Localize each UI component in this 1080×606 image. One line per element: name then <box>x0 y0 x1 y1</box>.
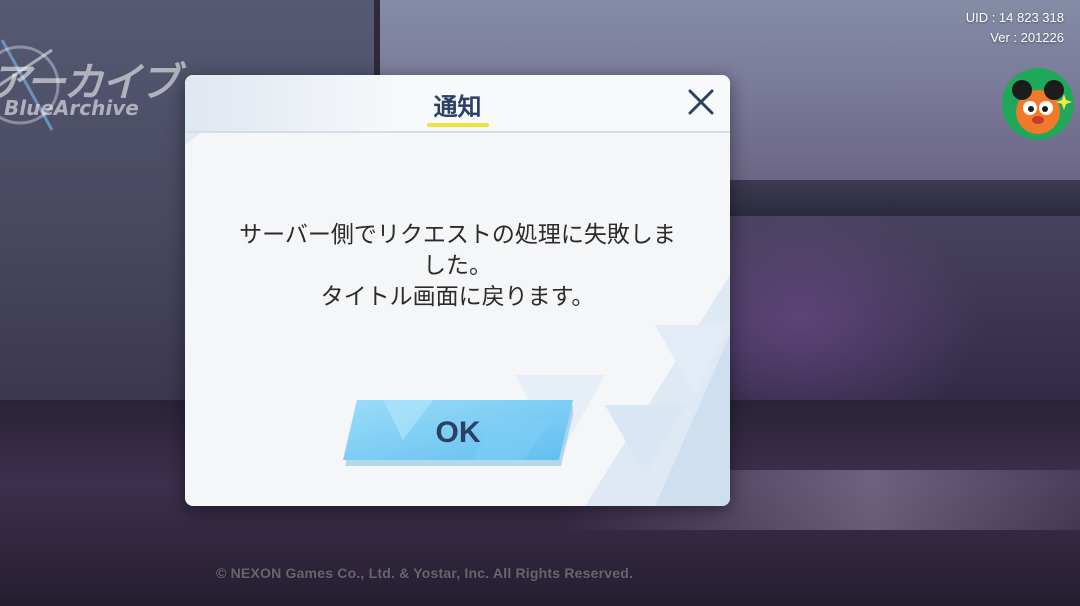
version-text: Ver : 201226 <box>990 30 1064 45</box>
build-info: UID : 14 823 318 Ver : 201226 <box>966 8 1064 48</box>
ok-button[interactable]: OK <box>343 400 573 466</box>
logo-english: BlueArchive <box>4 96 139 120</box>
close-icon <box>688 89 714 115</box>
message-line: サーバー側でリクエストの処理に失敗しま <box>239 222 676 248</box>
dialog-message: サーバー側でリクエストの処理に失敗しま した。 タイトル画面に戻ります。 <box>205 220 710 313</box>
mascot-avatar-icon[interactable] <box>1002 68 1074 140</box>
close-button[interactable] <box>686 87 716 117</box>
background-sill <box>720 180 1080 216</box>
message-line: タイトル画面に戻ります。 <box>320 284 595 310</box>
copyright-text: © NEXON Games Co., Ltd. & Yostar, Inc. A… <box>216 565 634 581</box>
uid-text: UID : 14 823 318 <box>965 10 1064 25</box>
ok-label: OK <box>435 416 481 449</box>
title-underline <box>427 123 489 127</box>
message-line: した。 <box>423 253 492 279</box>
notice-dialog: 通知 サーバー側でリクエストの処理に失敗しま した。 タイトル画面に戻ります。 … <box>185 75 730 506</box>
dialog-title: 通知 <box>433 93 482 121</box>
